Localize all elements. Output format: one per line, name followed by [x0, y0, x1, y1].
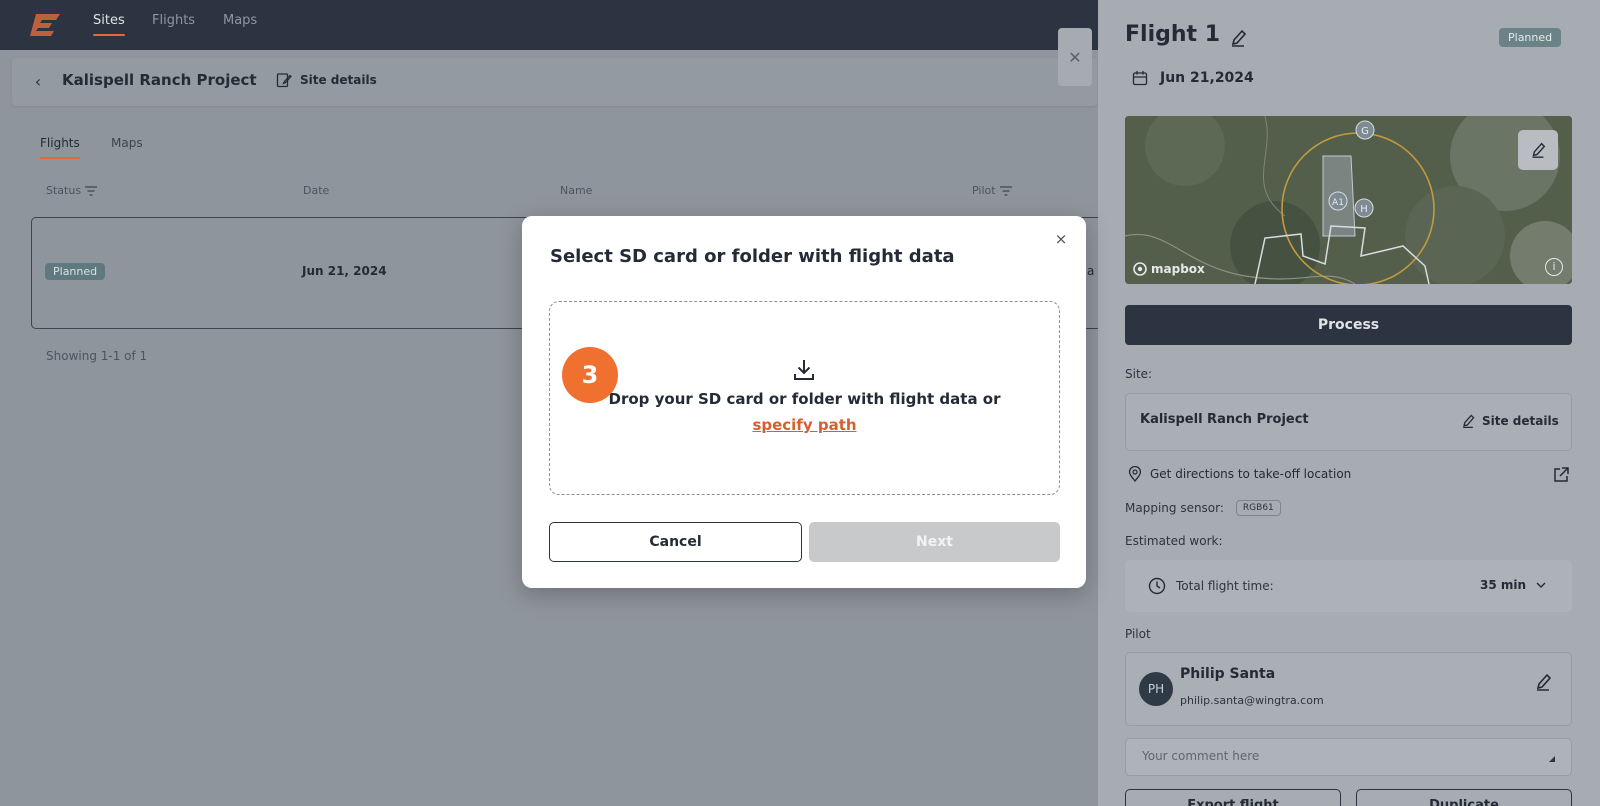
cancel-button[interactable]: Cancel [549, 522, 802, 562]
tab-flights[interactable]: Flights [40, 136, 80, 159]
column-header-pilot-label: Pilot [972, 184, 996, 197]
map-info-icon[interactable]: i [1545, 258, 1563, 276]
estimated-work-label: Estimated work: [1125, 534, 1223, 548]
site-details-label: Site details [300, 73, 377, 87]
edit-document-icon [276, 73, 292, 88]
filter-icon[interactable] [999, 185, 1012, 196]
project-header: ‹ Kalispell Ranch Project Site details [12, 58, 1097, 106]
mapbox-icon [1133, 262, 1147, 276]
filter-icon[interactable] [85, 185, 98, 196]
external-link-icon[interactable] [1552, 466, 1570, 484]
panel-site-details-link[interactable]: Site details [1460, 413, 1559, 429]
next-button[interactable]: Next [809, 522, 1060, 562]
flight-date-text: Jun 21,2024 [1160, 70, 1254, 86]
avatar: PH [1139, 672, 1173, 706]
pilot-label: Pilot [1125, 627, 1151, 641]
export-flight-button[interactable]: Export flight [1125, 789, 1341, 806]
site-label: Site: [1125, 367, 1153, 381]
flight-map[interactable]: G A1 H [1125, 116, 1572, 284]
flight-time-label: Total flight time: [1176, 579, 1274, 593]
column-header-pilot[interactable]: Pilot [972, 184, 1012, 197]
process-button[interactable]: Process [1125, 305, 1572, 345]
nav-item-flights[interactable]: Flights [152, 13, 195, 28]
panel-close-button[interactable]: ✕ [1058, 28, 1092, 86]
mapping-sensor-row: Mapping sensor: RGB61 [1125, 500, 1281, 516]
close-icon[interactable]: × [1052, 230, 1070, 248]
flight-time-value-text: 35 min [1480, 578, 1527, 592]
project-title: Kalispell Ranch Project [62, 71, 257, 89]
mapbox-label: mapbox [1151, 262, 1205, 276]
calendar-icon [1132, 71, 1148, 86]
column-header-name[interactable]: Name [560, 184, 592, 197]
pencil-icon[interactable] [1533, 672, 1553, 692]
site-name: Kalispell Ranch Project [1140, 412, 1309, 427]
pilot-name: Philip Santa [1180, 666, 1276, 682]
panel-site-details-label: Site details [1482, 414, 1559, 428]
duplicate-button[interactable]: Duplicate [1356, 789, 1572, 806]
nav-item-maps[interactable]: Maps [223, 13, 257, 28]
flight-time-value[interactable]: 35 min [1480, 578, 1546, 592]
top-navigation: Sites Flights Maps [0, 0, 1098, 50]
clock-icon [1148, 577, 1166, 595]
status-badge: Planned [45, 263, 106, 280]
step-number-badge: 3 [562, 347, 618, 403]
column-header-status[interactable]: Status [46, 184, 98, 197]
sensor-label: Mapping sensor: [1125, 501, 1224, 515]
row-date: Jun 21, 2024 [302, 264, 387, 278]
map-marker-label: H [1360, 204, 1368, 215]
back-arrow-icon[interactable]: ‹ [28, 72, 48, 92]
column-header-status-label: Status [46, 184, 82, 197]
tab-maps[interactable]: Maps [111, 136, 143, 150]
flight-status-badge: Planned [1499, 28, 1562, 47]
pagination-summary: Showing 1-1 of 1 [46, 349, 148, 363]
flight-time-row: Total flight time: [1148, 577, 1274, 595]
map-marker-label: G [1361, 126, 1369, 137]
map-marker-label: A1 [1332, 198, 1344, 208]
download-icon [794, 360, 814, 380]
pencil-icon [1532, 142, 1546, 158]
pencil-icon [1463, 414, 1475, 429]
comment-placeholder: Your comment here [1142, 749, 1260, 763]
dialog-title: Select SD card or folder with flight dat… [550, 246, 955, 267]
map-edit-button[interactable] [1518, 130, 1558, 170]
directions-label: Get directions to take-off location [1150, 467, 1352, 481]
specify-path-link[interactable]: specify path [549, 416, 1060, 434]
pilot-email: philip.santa@wingtra.com [1180, 694, 1324, 707]
pencil-icon[interactable] [1228, 28, 1248, 48]
drop-instructions: Drop your SD card or folder with flight … [608, 390, 1001, 408]
satellite-map-image: G A1 H [1125, 116, 1572, 284]
flight-title: Flight 1 [1125, 22, 1221, 47]
nav-item-sites[interactable]: Sites [93, 13, 125, 36]
site-details-link[interactable]: Site details [276, 72, 377, 88]
mapbox-logo[interactable]: mapbox [1133, 262, 1205, 276]
wingtra-logo-icon[interactable] [30, 12, 62, 36]
flight-date: Jun 21,2024 [1132, 70, 1254, 86]
column-header-date[interactable]: Date [303, 184, 329, 197]
sensor-chip: RGB61 [1235, 500, 1281, 516]
row-pilot-cell: a [1087, 264, 1095, 278]
location-pin-icon [1128, 466, 1142, 482]
directions-link[interactable]: Get directions to take-off location [1128, 466, 1351, 482]
resize-handle-icon[interactable] [1549, 756, 1555, 762]
pilot-card [1125, 652, 1572, 726]
chevron-down-icon [1536, 582, 1546, 588]
